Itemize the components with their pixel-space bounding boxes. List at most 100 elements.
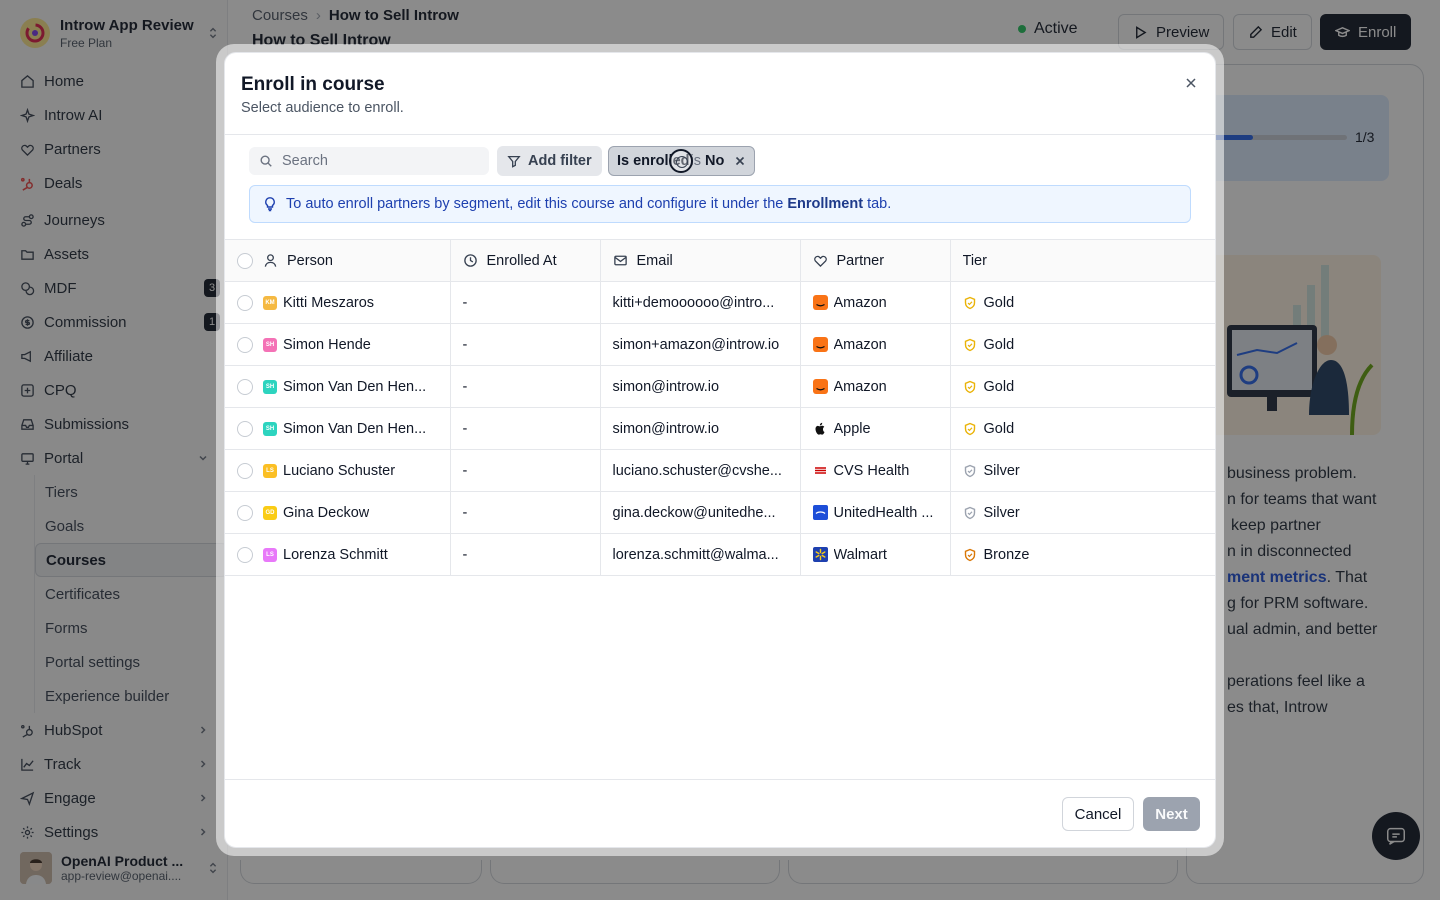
person-initials-avatar: LS (263, 547, 277, 562)
cell-tier: Gold (950, 281, 1215, 324)
next-button[interactable]: Next (1143, 797, 1200, 831)
modal-divider (225, 134, 1215, 135)
cell-email: luciano.schuster@cvshe... (600, 449, 801, 492)
column-label: Enrolled At (486, 252, 557, 269)
cell-person: SH Simon Hende (225, 323, 451, 366)
info-text-suffix: tab. (867, 196, 892, 212)
cell-partner: Amazon (800, 281, 951, 324)
cell-person: LS Lorenza Schmitt (225, 533, 451, 576)
tier-label: Bronze (983, 546, 1030, 563)
partner-logo-icon (812, 337, 828, 352)
cell-email: simon@introw.io (600, 407, 801, 450)
audience-table: Person Enrolled At Email Partner Tier KM… (225, 239, 1215, 576)
cell-tier: Silver (950, 491, 1215, 534)
cell-partner: CVS Health (800, 449, 951, 492)
cell-tier: Bronze (950, 533, 1215, 576)
lightbulb-icon (265, 197, 275, 212)
modal-footer-divider (225, 779, 1215, 780)
tier-label: Silver (983, 504, 1020, 521)
column-email[interactable]: Email (600, 239, 801, 282)
table-row[interactable]: LS Lorenza Schmitt - lorenza.schmitt@walma.… (225, 533, 1215, 576)
tier-label: Gold (983, 420, 1015, 437)
cell-email: gina.deckow@unitedhe... (600, 491, 801, 534)
column-label: Tier (962, 252, 987, 269)
person-initials-avatar: KM (263, 295, 277, 310)
person-icon (264, 254, 277, 267)
cell-enrolled-at: - (450, 533, 601, 576)
cell-person: GD Gina Deckow (225, 491, 451, 534)
cell-person: LS Luciano Schuster (225, 449, 451, 492)
select-all-checkbox[interactable] (237, 252, 253, 269)
cell-partner: Amazon (800, 323, 951, 366)
partner-name: Amazon (833, 378, 887, 395)
cell-tier: Gold (950, 407, 1215, 450)
add-filter-button[interactable]: Add filter (497, 146, 602, 176)
person-name: Kitti Meszaros (283, 294, 375, 311)
add-filter-label: Add filter (528, 153, 592, 169)
person-initials-avatar: GD (263, 505, 277, 520)
table-row[interactable]: KM Kitti Meszaros - kitti+demoooooo@intro..… (225, 281, 1215, 324)
column-person[interactable]: Person (225, 239, 451, 282)
column-tier[interactable]: Tier (950, 239, 1215, 282)
row-checkbox[interactable] (237, 336, 253, 353)
enrollment-tab-link[interactable]: Enrollment (787, 196, 863, 212)
column-enrolled-at[interactable]: Enrolled At (450, 239, 601, 282)
row-checkbox[interactable] (237, 378, 253, 395)
partner-name: Apple (833, 420, 871, 437)
close-icon[interactable] (1183, 75, 1199, 91)
cell-enrolled-at: - (450, 491, 601, 534)
person-name: Simon Hende (283, 336, 371, 353)
table-row[interactable]: SH Simon Hende - simon+amazon@introw.io Amaz… (225, 323, 1215, 366)
row-checkbox[interactable] (237, 504, 253, 521)
mouse-cursor-icon (669, 149, 693, 173)
column-label: Person (287, 252, 333, 269)
row-checkbox[interactable] (237, 420, 253, 437)
column-partner[interactable]: Partner (800, 239, 951, 282)
cell-enrolled-at: - (450, 281, 601, 324)
partner-logo-icon (812, 463, 828, 478)
partner-logo-icon (812, 379, 828, 394)
info-text: To auto enroll partners by segment, edit… (286, 196, 784, 212)
search-box[interactable] (249, 147, 489, 175)
cell-email: simon+amazon@introw.io (600, 323, 801, 366)
cell-partner: Amazon (800, 365, 951, 408)
partner-name: Walmart (833, 546, 887, 563)
person-name: Simon Van Den Hen... (283, 378, 427, 395)
row-checkbox[interactable] (237, 546, 253, 563)
tier-shield-icon (964, 422, 975, 435)
auto-enroll-info-banner: To auto enroll partners by segment, edit… (249, 185, 1191, 223)
tier-shield-icon (964, 548, 975, 561)
cancel-button[interactable]: Cancel (1062, 797, 1134, 831)
person-name: Gina Deckow (283, 504, 370, 521)
cell-person: SH Simon Van Den Hen... (225, 365, 451, 408)
filter-value: No (705, 153, 725, 169)
remove-filter-icon[interactable] (734, 155, 746, 167)
table-row[interactable]: SH Simon Van Den Hen... - simon@introw.io Ap… (225, 407, 1215, 450)
handshake-icon (813, 255, 827, 268)
cell-email: kitti+demoooooo@intro... (600, 281, 801, 324)
table-row[interactable]: LS Luciano Schuster - luciano.schuster@cvsh… (225, 449, 1215, 492)
person-initials-avatar: SH (263, 337, 277, 352)
row-checkbox[interactable] (237, 462, 253, 479)
person-name: Lorenza Schmitt (283, 546, 388, 563)
column-label: Partner (836, 252, 885, 269)
partner-name: Amazon (833, 336, 887, 353)
cell-partner: Apple (800, 407, 951, 450)
cell-tier: Gold (950, 365, 1215, 408)
clock-icon (463, 254, 477, 267)
partner-logo-icon (812, 547, 828, 562)
table-row[interactable]: GD Gina Deckow - gina.deckow@unitedhe... Uni… (225, 491, 1215, 534)
partner-name: Amazon (833, 294, 887, 311)
search-input[interactable] (282, 153, 482, 169)
cell-partner: UnitedHealth ... (800, 491, 951, 534)
table-row[interactable]: SH Simon Van Den Hen... - simon@introw.io Am… (225, 365, 1215, 408)
mail-icon (613, 255, 627, 266)
filter-icon (507, 155, 521, 168)
tier-label: Gold (983, 378, 1015, 395)
partner-name: CVS Health (833, 462, 910, 479)
tier-shield-icon (964, 506, 975, 519)
cell-email: simon@introw.io (600, 365, 801, 408)
row-checkbox[interactable] (237, 294, 253, 311)
enroll-modal: Enroll in course Select audience to enro… (224, 52, 1216, 848)
person-name: Simon Van Den Hen... (283, 420, 427, 437)
